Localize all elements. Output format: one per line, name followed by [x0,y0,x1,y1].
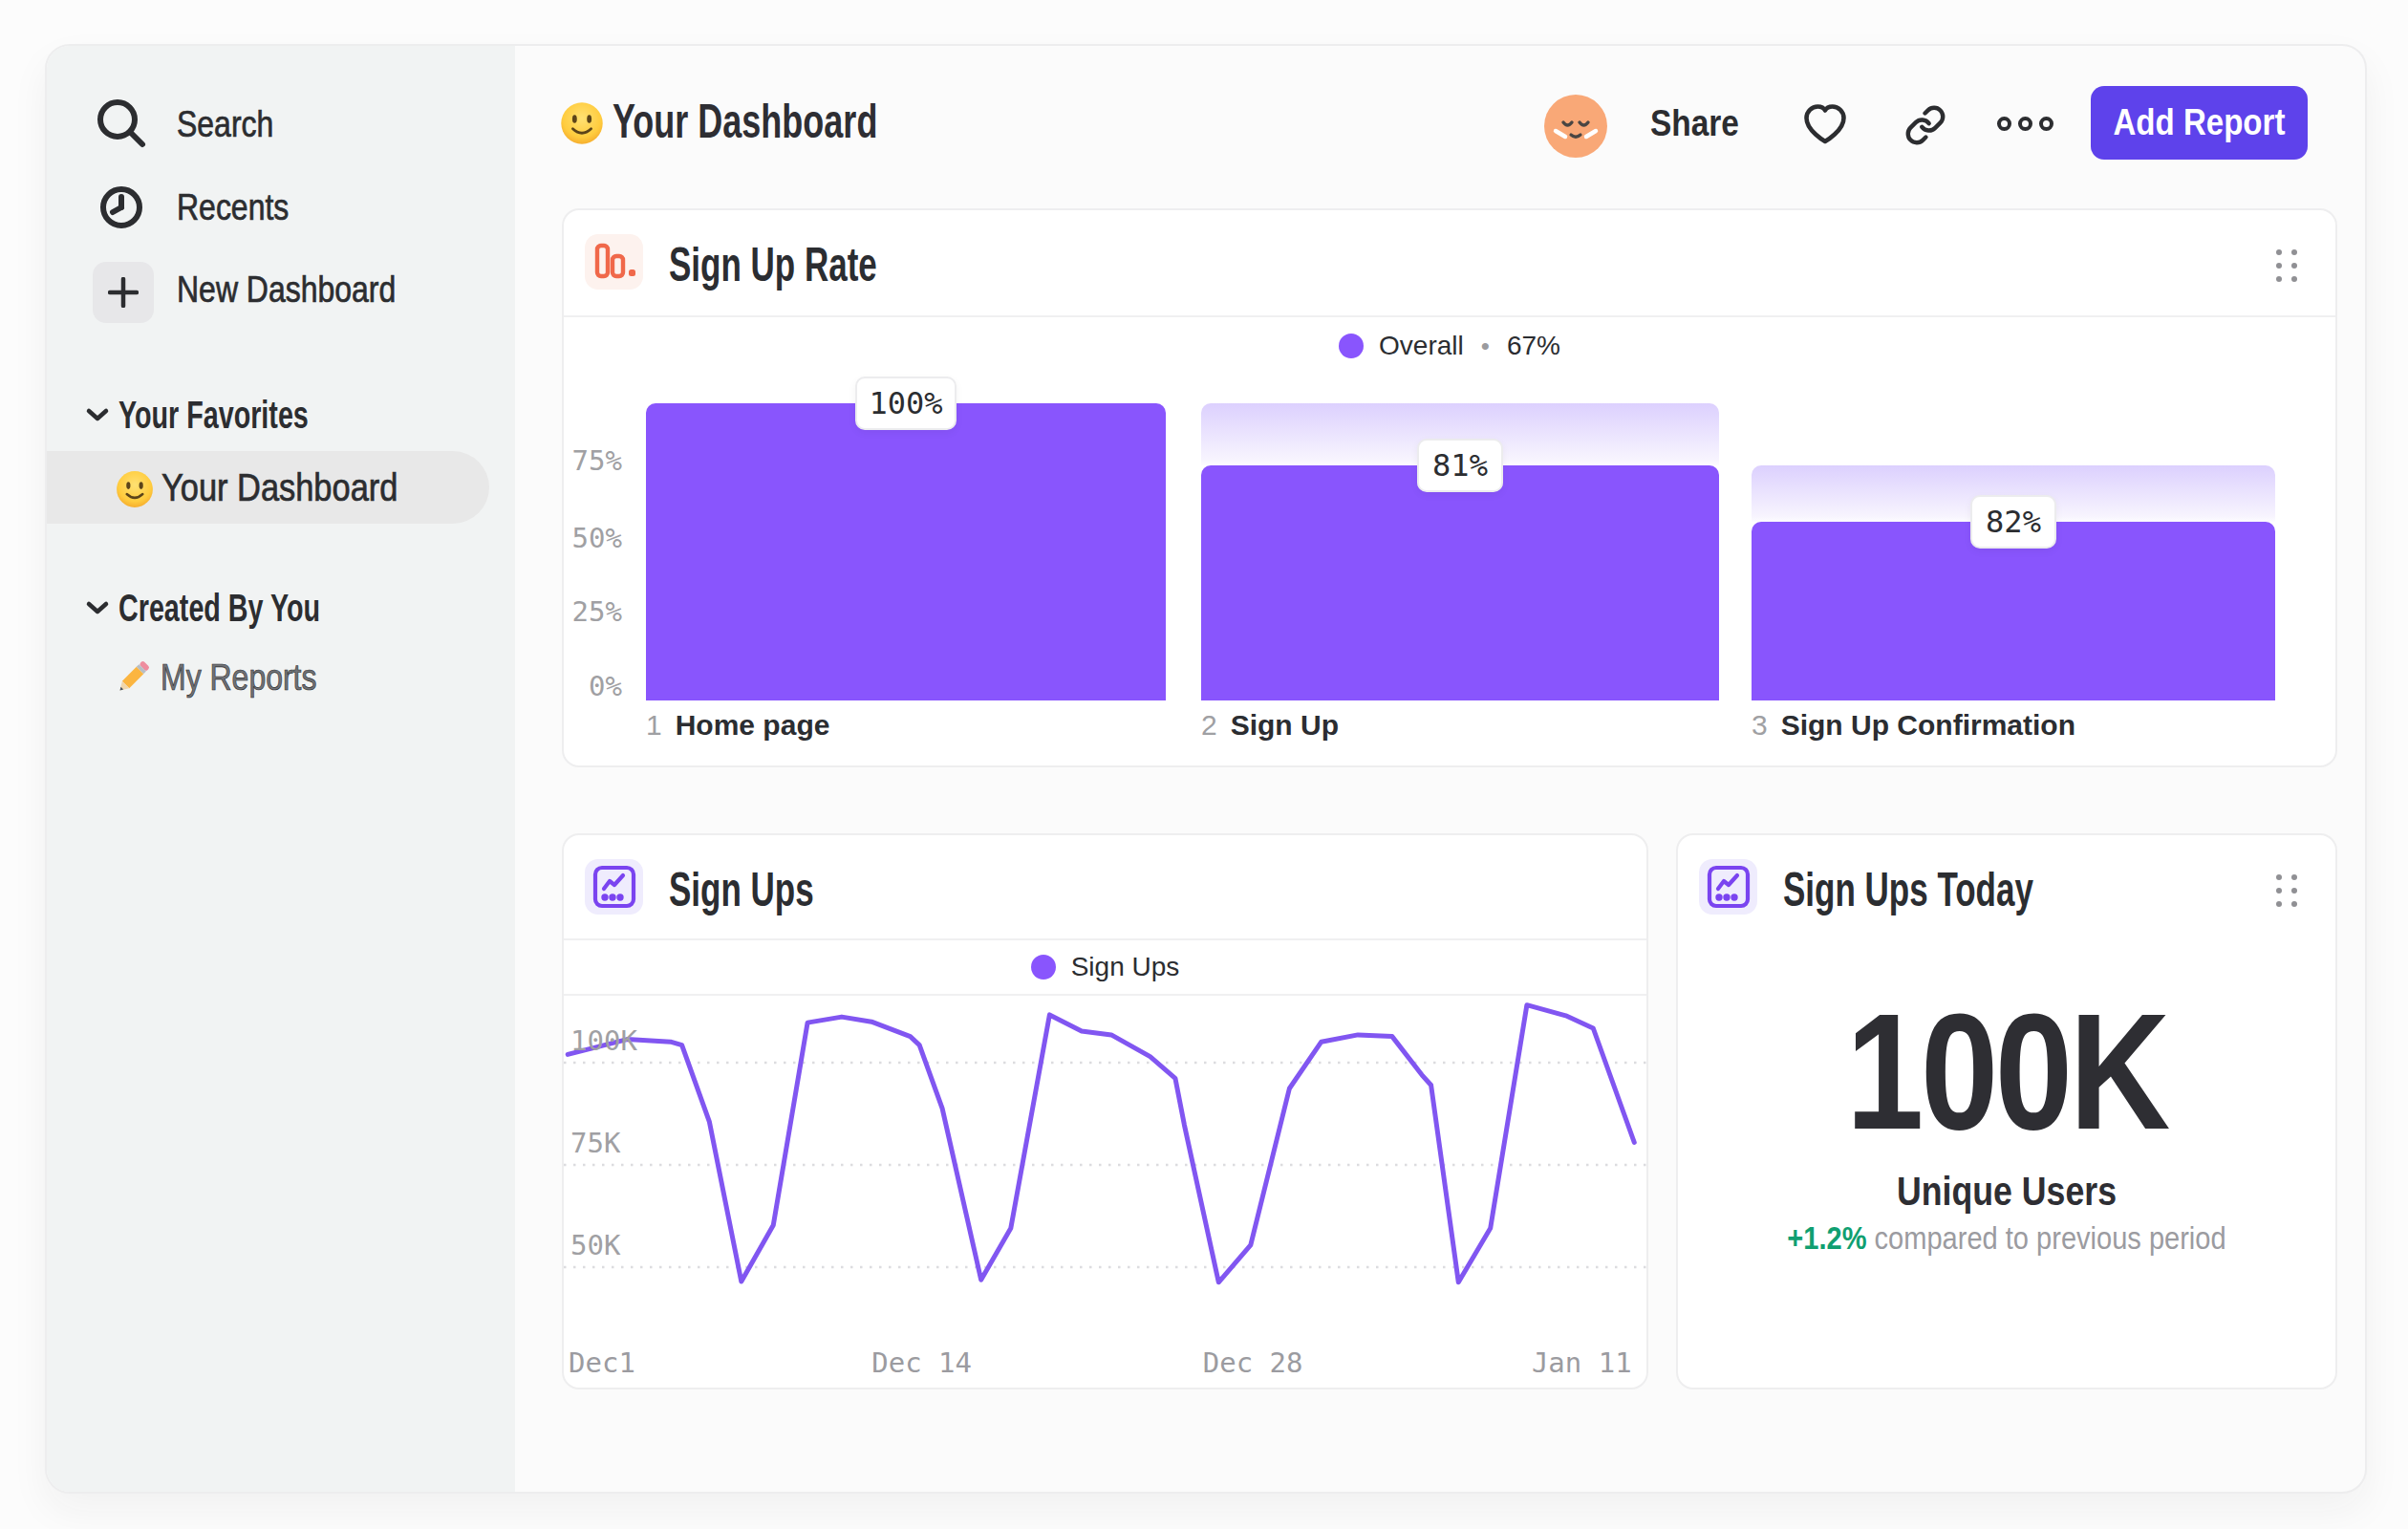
y-axis-label: 100K [570,1024,637,1057]
sidebar-item-label: My Reports [161,657,317,699]
sidebar: Search Recents New Dashboard Your Favori… [47,46,515,1492]
metric-value: 100K [1728,990,2287,1152]
metric-delta-note: compared to previous period [1875,1220,2226,1256]
funnel-rate-chip: 82% [1970,495,2056,549]
funnel-bar[interactable] [646,403,1166,700]
x-axis-label: Dec 14 [871,1346,972,1379]
sidebar-item-your-dashboard[interactable]: Your Dashboard [47,451,489,524]
funnel-rate-chip: 100% [855,377,957,430]
add-report-label: Add Report [2114,102,2286,143]
y-axis-label: 0% [564,670,622,702]
chevron-down-icon [85,406,112,423]
plus-icon [93,262,154,323]
sidebar-item-label: New Dashboard [177,269,396,311]
sidebar-item-label: Recents [177,186,289,228]
metric-label: Unique Users [1728,1170,2287,1214]
metric-delta-row: +1.2% compared to previous period [1717,1220,2295,1257]
heart-icon[interactable] [1802,102,1848,146]
drag-handle-icon[interactable] [2276,874,2297,907]
y-axis-label: 50% [564,522,622,554]
y-axis-label: 75K [570,1127,620,1159]
page-title: Your Dashboard [613,94,877,149]
x-axis-label: Jan 11 [1532,1346,1632,1379]
sidebar-item-label: Search [177,103,273,145]
x-axis-label: Dec1 [569,1346,635,1379]
share-button[interactable]: Share [1650,103,1739,144]
funnel-step-label: 3Sign Up Confirmation [1752,708,2075,743]
app-window: Search Recents New Dashboard Your Favori… [45,44,2367,1494]
smiley-emoji [116,470,150,505]
add-report-button[interactable]: Add Report [2091,86,2308,160]
sidebar-item-label: Your Dashboard [161,451,398,524]
sidebar-section-label: Created By You [118,586,320,631]
funnel-bar[interactable] [1201,465,1719,700]
line-chart-icon [1699,859,1757,915]
card-sign-ups: Sign Ups Sign Ups 100K75K50KDec1Dec 14De… [562,833,1648,1389]
link-icon[interactable] [1904,104,1946,146]
funnel-step-label: 2Sign Up [1201,708,1339,743]
chevron-down-icon [85,599,112,616]
funnel-bar[interactable] [1752,522,2275,700]
y-axis-label: 75% [564,444,622,477]
sidebar-section-label: Your Favorites [118,393,309,438]
funnel-step-label: 1Home page [646,708,829,743]
search-icon [95,97,148,151]
clock-icon [95,181,148,234]
avatar[interactable] [1544,95,1607,158]
metric-delta: +1.2% [1787,1220,1866,1256]
pencil-emoji [112,657,156,700]
more-options-icon[interactable] [1997,117,2053,131]
funnel-rate-chip: 81% [1417,439,1503,492]
line-chart-plot [564,835,1646,1388]
x-axis-label: Dec 28 [1203,1346,1303,1379]
card-sign-up-rate: Sign Up Rate Overall • 67% 75%50%25%0%10… [562,208,2337,767]
card-sign-ups-today: Sign Ups Today 100K Unique Users +1.2% c… [1676,833,2337,1389]
y-axis-label: 50K [570,1229,620,1261]
card-title: Sign Ups Today [1783,862,2033,917]
smiley-emoji [560,101,604,145]
y-axis-label: 25% [564,595,622,628]
